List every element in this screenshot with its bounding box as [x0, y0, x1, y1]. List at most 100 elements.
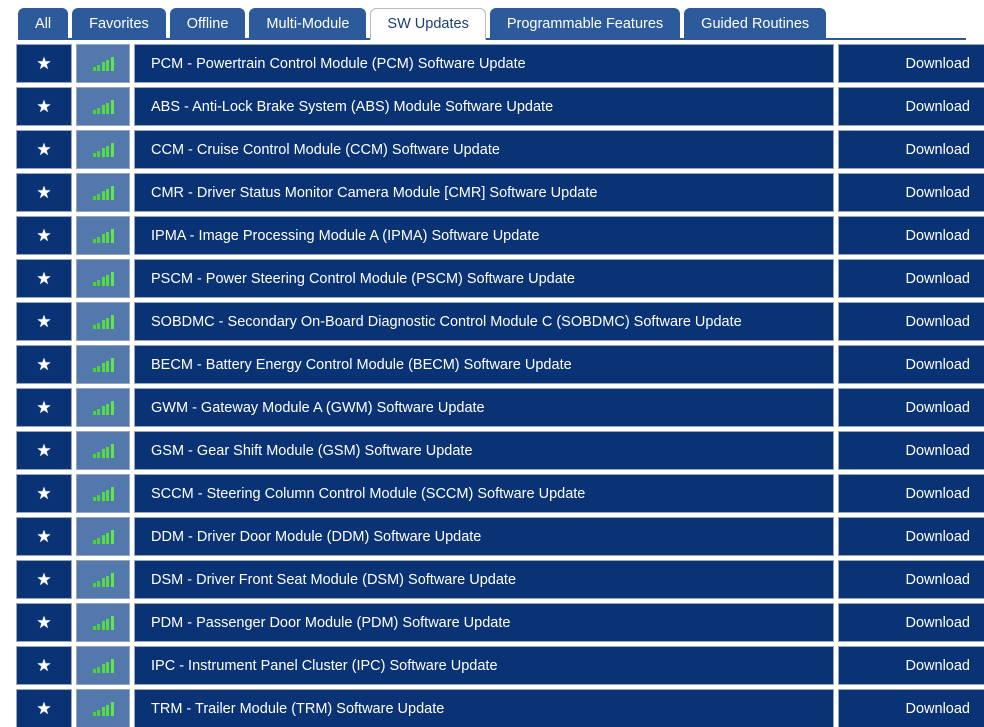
- download-button[interactable]: Download: [838, 388, 984, 427]
- favorite-star-button[interactable]: ★: [16, 431, 72, 470]
- signal-strength-cell: [76, 259, 130, 298]
- signal-bars-icon: [92, 658, 114, 673]
- table-row[interactable]: ★ GSM - Gear Shift Module (GSM) Software …: [0, 431, 984, 470]
- signal-bars-icon: [92, 443, 114, 458]
- signal-bars-icon: [92, 142, 114, 157]
- signal-bars-icon: [92, 271, 114, 286]
- download-button[interactable]: Download: [838, 87, 984, 126]
- signal-bars-icon: [92, 99, 114, 114]
- signal-bars-icon: [92, 486, 114, 501]
- favorite-star-button[interactable]: ★: [16, 216, 72, 255]
- download-button[interactable]: Download: [838, 216, 984, 255]
- module-name-cell[interactable]: BECM - Battery Energy Control Module (BE…: [134, 345, 834, 384]
- download-button[interactable]: Download: [838, 173, 984, 212]
- favorite-star-button[interactable]: ★: [16, 646, 72, 685]
- module-name-cell[interactable]: DDM - Driver Door Module (DDM) Software …: [134, 517, 834, 556]
- module-name-cell[interactable]: ABS - Anti-Lock Brake System (ABS) Modul…: [134, 87, 834, 126]
- tab-sw-updates[interactable]: SW Updates: [370, 8, 486, 40]
- favorite-star-button[interactable]: ★: [16, 603, 72, 642]
- favorite-star-button[interactable]: ★: [16, 689, 72, 727]
- table-row[interactable]: ★ PCM - Powertrain Control Module (PCM) S…: [0, 44, 984, 83]
- signal-bars-icon: [92, 314, 114, 329]
- module-name-cell[interactable]: SCCM - Steering Column Control Module (S…: [134, 474, 834, 513]
- favorite-star-button[interactable]: ★: [16, 87, 72, 126]
- table-row[interactable]: ★ PDM - Passenger Door Module (PDM) Softw…: [0, 603, 984, 642]
- signal-strength-cell: [76, 431, 130, 470]
- download-button[interactable]: Download: [838, 302, 984, 341]
- module-name-cell[interactable]: IPMA - Image Processing Module A (IPMA) …: [134, 216, 834, 255]
- star-icon: ★: [36, 441, 52, 460]
- download-button[interactable]: Download: [838, 560, 984, 599]
- download-button[interactable]: Download: [838, 44, 984, 83]
- download-button[interactable]: Download: [838, 345, 984, 384]
- tab-multi-module[interactable]: Multi-Module: [249, 8, 367, 38]
- signal-strength-cell: [76, 173, 130, 212]
- download-button[interactable]: Download: [838, 474, 984, 513]
- module-name-cell[interactable]: GWM - Gateway Module A (GWM) Software Up…: [134, 388, 834, 427]
- table-row[interactable]: ★ SOBDMC - Secondary On-Board Diagnostic …: [0, 302, 984, 341]
- table-row[interactable]: ★ SCCM - Steering Column Control Module (…: [0, 474, 984, 513]
- table-row[interactable]: ★ IPC - Instrument Panel Cluster (IPC) So…: [0, 646, 984, 685]
- table-row[interactable]: ★ TRM - Trailer Module (TRM) Software Upd…: [0, 689, 984, 727]
- signal-strength-cell: [76, 44, 130, 83]
- signal-strength-cell: [76, 87, 130, 126]
- tab-favorites[interactable]: Favorites: [72, 8, 166, 38]
- download-button[interactable]: Download: [838, 259, 984, 298]
- favorite-star-button[interactable]: ★: [16, 345, 72, 384]
- table-row[interactable]: ★ ABS - Anti-Lock Brake System (ABS) Modu…: [0, 87, 984, 126]
- star-icon: ★: [36, 527, 52, 546]
- table-row[interactable]: ★ PSCM - Power Steering Control Module (P…: [0, 259, 984, 298]
- signal-strength-cell: [76, 302, 130, 341]
- module-name-cell[interactable]: PSCM - Power Steering Control Module (PS…: [134, 259, 834, 298]
- favorite-star-button[interactable]: ★: [16, 388, 72, 427]
- module-name-cell[interactable]: PCM - Powertrain Control Module (PCM) So…: [134, 44, 834, 83]
- module-software-update-screen: All Favorites Offline Multi-Module SW Update…: [0, 0, 984, 727]
- star-icon: ★: [36, 656, 52, 675]
- module-name-cell[interactable]: PDM - Passenger Door Module (PDM) Softwa…: [134, 603, 834, 642]
- table-row[interactable]: ★ CCM - Cruise Control Module (CCM) Softw…: [0, 130, 984, 169]
- star-icon: ★: [36, 398, 52, 417]
- table-row[interactable]: ★ BECM - Battery Energy Control Module (B…: [0, 345, 984, 384]
- module-name-cell[interactable]: SOBDMC - Secondary On-Board Diagnostic C…: [134, 302, 834, 341]
- module-name-cell[interactable]: CCM - Cruise Control Module (CCM) Softwa…: [134, 130, 834, 169]
- table-row[interactable]: ★ IPMA - Image Processing Module A (IPMA)…: [0, 216, 984, 255]
- module-name-cell[interactable]: GSM - Gear Shift Module (GSM) Software U…: [134, 431, 834, 470]
- table-row[interactable]: ★ CMR - Driver Status Monitor Camera Modu…: [0, 173, 984, 212]
- favorite-star-button[interactable]: ★: [16, 173, 72, 212]
- signal-strength-cell: [76, 388, 130, 427]
- download-button[interactable]: Download: [838, 689, 984, 727]
- signal-strength-cell: [76, 646, 130, 685]
- table-row[interactable]: ★ DDM - Driver Door Module (DDM) Software…: [0, 517, 984, 556]
- tab-guided-routines[interactable]: Guided Routines: [684, 8, 827, 38]
- module-name-cell[interactable]: DSM - Driver Front Seat Module (DSM) Sof…: [134, 560, 834, 599]
- tab-all[interactable]: All: [18, 8, 69, 38]
- favorite-star-button[interactable]: ★: [16, 44, 72, 83]
- module-name-cell[interactable]: IPC - Instrument Panel Cluster (IPC) Sof…: [134, 646, 834, 685]
- star-icon: ★: [36, 699, 52, 718]
- module-name-cell[interactable]: CMR - Driver Status Monitor Camera Modul…: [134, 173, 834, 212]
- module-name-cell[interactable]: TRM - Trailer Module (TRM) Software Upda…: [134, 689, 834, 727]
- favorite-star-button[interactable]: ★: [16, 259, 72, 298]
- signal-bars-icon: [92, 56, 114, 71]
- favorite-star-button[interactable]: ★: [16, 560, 72, 599]
- table-row[interactable]: ★ DSM - Driver Front Seat Module (DSM) So…: [0, 560, 984, 599]
- favorite-star-button[interactable]: ★: [16, 130, 72, 169]
- signal-bars-icon: [92, 185, 114, 200]
- signal-strength-cell: [76, 130, 130, 169]
- favorite-star-button[interactable]: ★: [16, 474, 72, 513]
- tab-offline[interactable]: Offline: [169, 8, 246, 38]
- star-icon: ★: [36, 226, 52, 245]
- star-icon: ★: [36, 97, 52, 116]
- signal-strength-cell: [76, 603, 130, 642]
- star-icon: ★: [36, 613, 52, 632]
- favorite-star-button[interactable]: ★: [16, 302, 72, 341]
- tab-programmable-features[interactable]: Programmable Features: [489, 8, 681, 38]
- download-button[interactable]: Download: [838, 431, 984, 470]
- signal-bars-icon: [92, 572, 114, 587]
- favorite-star-button[interactable]: ★: [16, 517, 72, 556]
- download-button[interactable]: Download: [838, 130, 984, 169]
- download-button[interactable]: Download: [838, 646, 984, 685]
- table-row[interactable]: ★ GWM - Gateway Module A (GWM) Software U…: [0, 388, 984, 427]
- download-button[interactable]: Download: [838, 517, 984, 556]
- download-button[interactable]: Download: [838, 603, 984, 642]
